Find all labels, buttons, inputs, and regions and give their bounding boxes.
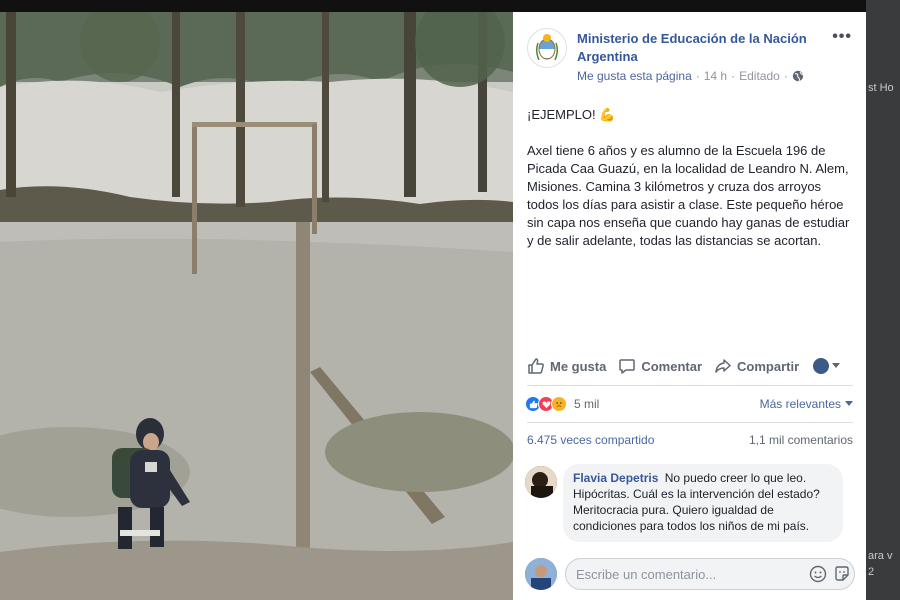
user-avatar-small [813, 358, 830, 374]
background-text: st Ho [868, 82, 894, 94]
like-label: Me gusta [550, 358, 607, 374]
share-button[interactable]: Compartir [714, 357, 799, 375]
sticker-icon[interactable] [833, 565, 851, 583]
post-body-text: Axel tiene 6 años y es alumno de la Escu… [527, 143, 850, 248]
post-stats: 6.475 veces compartido 1,1 mil comentari… [527, 433, 853, 447]
reaction-count[interactable]: 5 mil [574, 397, 599, 411]
coat-of-arms-icon [535, 34, 559, 61]
meta-separator: · [783, 69, 788, 83]
reaction-icons[interactable] [525, 396, 567, 412]
like-page-link[interactable]: Me gusta esta página [577, 69, 692, 83]
sad-icon [551, 396, 567, 412]
post-headline: ¡EJEMPLO! 💪 [527, 107, 616, 122]
comment-icon [619, 359, 636, 374]
comment-count[interactable]: 1,1 mil comentarios [749, 433, 853, 447]
comment-label: Comentar [641, 358, 703, 374]
post-photo[interactable] [0, 12, 513, 600]
post-header: Ministerio de Educación de la Nación Arg… [527, 26, 856, 88]
share-icon [715, 359, 731, 373]
emoji-icon[interactable] [809, 565, 827, 583]
commenter-avatar[interactable] [525, 466, 557, 498]
post-time[interactable]: 14 h [704, 69, 727, 83]
post-viewer: st Ho ara v 2 Ministerio de Educación de… [0, 0, 900, 600]
divider [527, 422, 853, 423]
comment-bubble: Flavia Depetris No puedo creer lo que le… [563, 464, 843, 542]
thumbs-up-icon [528, 358, 544, 374]
more-options-button[interactable]: ••• [832, 28, 852, 46]
globe-icon[interactable] [792, 70, 804, 82]
reactions-summary: 5 mil Más relevantes [525, 394, 853, 414]
comment-composer [513, 550, 866, 600]
sort-label: Más relevantes [759, 397, 841, 411]
post-panel: Ministerio de Educación de la Nación Arg… [513, 12, 866, 600]
divider [527, 385, 853, 386]
comment-button[interactable]: Comentar [618, 357, 702, 375]
post-text: ¡EJEMPLO! 💪 Axel tiene 6 años y es alumn… [527, 106, 853, 250]
top-bar [0, 0, 900, 12]
share-label: Compartir [737, 358, 800, 374]
comment-item: Flavia Depetris No puedo creer lo que le… [525, 464, 855, 554]
chevron-down-icon [832, 363, 841, 368]
reaction-identity-selector[interactable] [813, 358, 841, 374]
like-button[interactable]: Me gusta [527, 357, 606, 375]
page-avatar[interactable] [527, 28, 567, 68]
comment-author[interactable]: Flavia Depetris [573, 471, 658, 485]
meta-separator: · [731, 69, 736, 83]
meta-separator: · [695, 69, 700, 83]
share-count[interactable]: 6.475 veces compartido [527, 433, 654, 447]
post-meta: Me gusta esta página · 14 h · Editado · [577, 69, 804, 83]
background-text: 2 [868, 566, 875, 578]
sort-comments-dropdown[interactable]: Más relevantes [760, 397, 853, 411]
post-actions: Me gusta Comentar Compartir [527, 352, 853, 380]
caret-down-icon [845, 401, 853, 406]
background-text: ara v [868, 550, 893, 562]
user-avatar[interactable] [525, 558, 557, 590]
page-name[interactable]: Ministerio de Educación de la Nación Arg… [577, 30, 837, 66]
edited-label[interactable]: Editado [739, 69, 780, 83]
